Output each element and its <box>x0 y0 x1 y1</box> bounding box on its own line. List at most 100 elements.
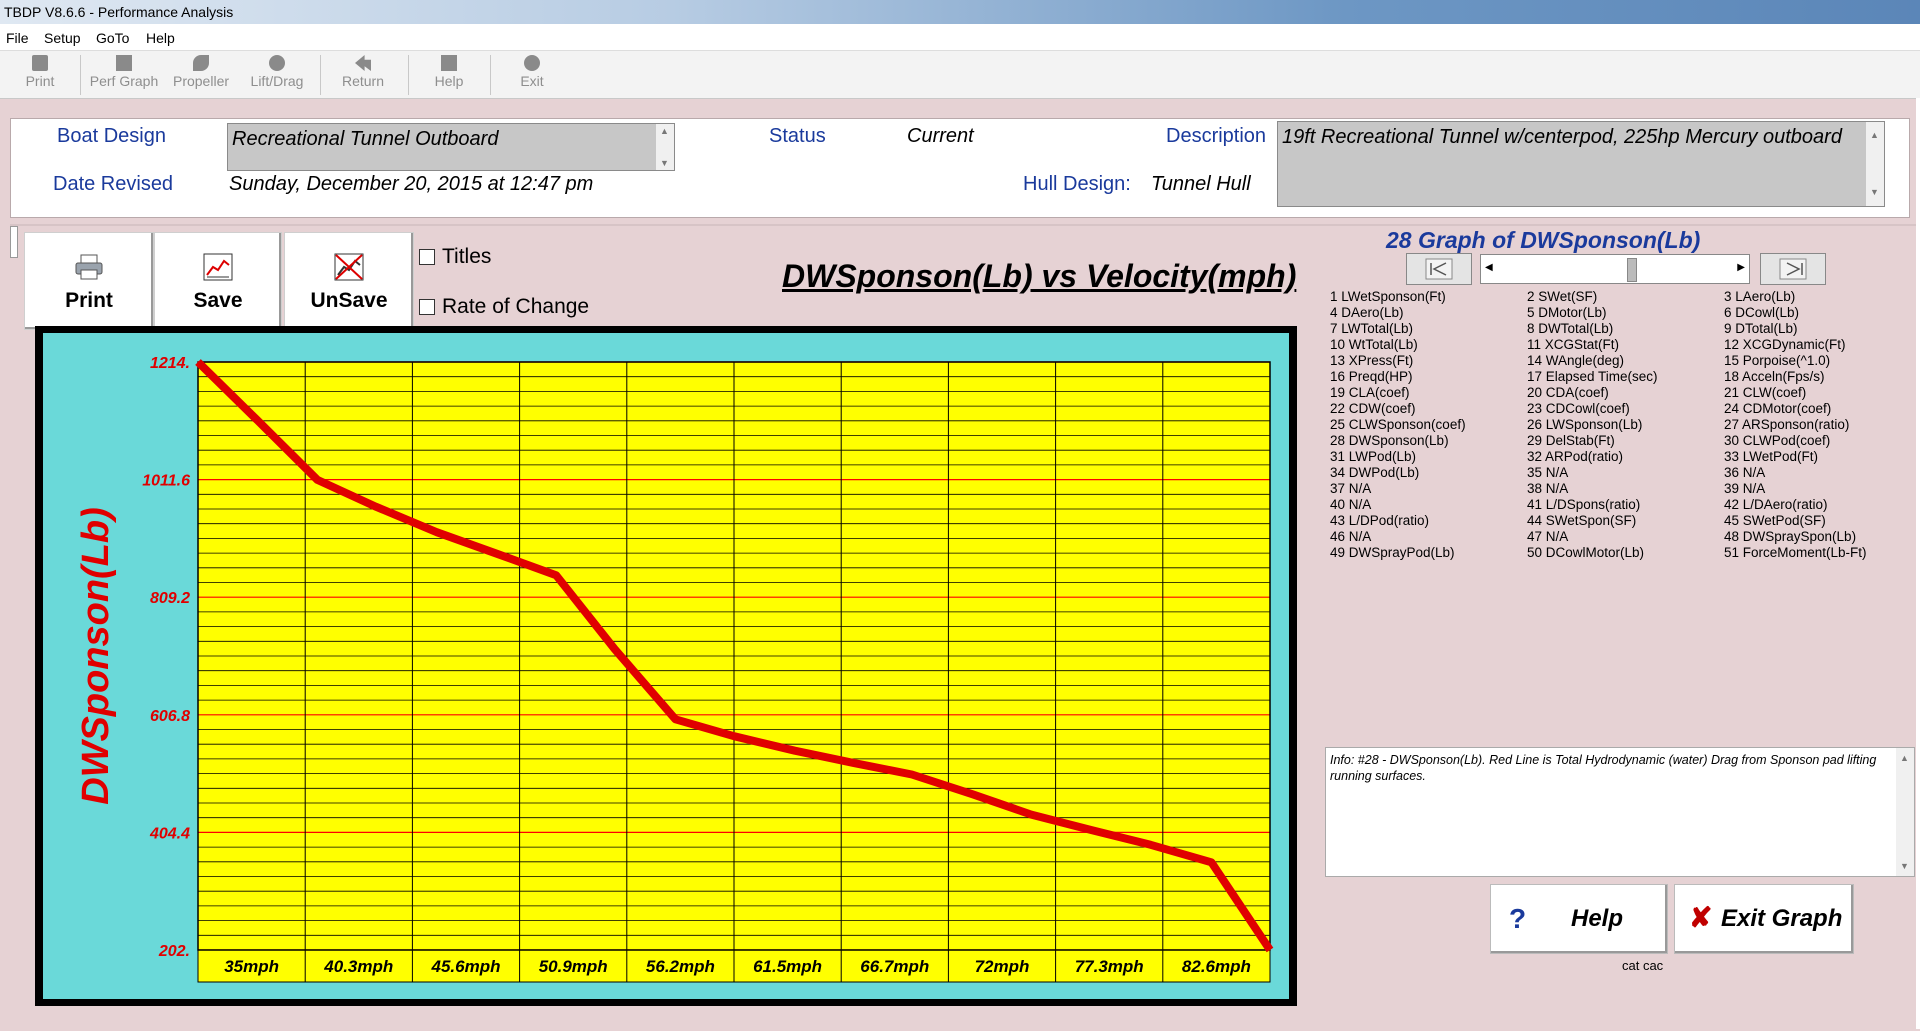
variable-list-item[interactable]: 23 CDCowl(coef) <box>1527 401 1630 416</box>
variable-list-item[interactable]: 44 SWetSpon(SF) <box>1527 513 1636 528</box>
skip-first-icon <box>1425 258 1453 280</box>
data-point <box>197 361 199 363</box>
graph-help-label: Help <box>1571 905 1624 932</box>
variable-list-item[interactable]: 7 LWTotal(Lb) <box>1330 321 1413 336</box>
data-point <box>375 506 377 508</box>
variable-list-item[interactable]: 15 Porpoise(^1.0) <box>1724 353 1830 368</box>
variable-list-item[interactable]: 20 CDA(coef) <box>1527 385 1609 400</box>
variable-list-item[interactable]: 16 Preqd(HP) <box>1330 369 1413 384</box>
data-point <box>1269 949 1271 951</box>
variable-list-item[interactable]: 21 CLW(coef) <box>1724 385 1806 400</box>
variable-list-item[interactable]: 30 CLWPod(coef) <box>1724 433 1830 448</box>
data-point <box>674 718 676 720</box>
variable-list-item[interactable]: 45 SWetPod(SF) <box>1724 513 1826 528</box>
variable-list-item[interactable]: 41 L/DSpons(ratio) <box>1527 497 1640 512</box>
variable-list-item[interactable]: 6 DCowl(Lb) <box>1724 305 1799 320</box>
variable-list-item[interactable]: 2 SWet(SF) <box>1527 289 1597 304</box>
variable-list-item[interactable]: 35 N/A <box>1527 465 1568 480</box>
variable-list-item[interactable]: 37 N/A <box>1330 481 1371 496</box>
data-point <box>256 419 258 421</box>
x-tick-label: 72mph <box>975 957 1030 976</box>
variable-list-item[interactable]: 51 ForceMoment(Lb-Ft) <box>1724 545 1867 560</box>
variable-list-item[interactable]: 39 N/A <box>1724 481 1765 496</box>
graph-number-title: 28 Graph of DWSponson(Lb) <box>1386 227 1701 253</box>
data-point <box>911 774 913 776</box>
scroll-up-icon[interactable]: ▲ <box>1870 124 1879 147</box>
variable-list-item[interactable]: 8 DWTotal(Lb) <box>1527 321 1613 336</box>
exit-graph-label: Exit Graph <box>1721 905 1843 932</box>
scroll-down-icon[interactable]: ▼ <box>1870 181 1879 204</box>
data-point <box>1030 814 1032 816</box>
variable-list-item[interactable]: 47 N/A <box>1527 529 1568 544</box>
info-scrollbar[interactable]: ▲ ▼ <box>1896 748 1914 876</box>
scroll-down-icon[interactable]: ▼ <box>1900 858 1909 874</box>
last-graph-button[interactable] <box>1760 253 1826 285</box>
y-tick-label: 202. <box>158 943 190 960</box>
y-tick-label: 606.8 <box>150 708 190 725</box>
description-field[interactable]: 19ft Recreational Tunnel w/centerpod, 22… <box>1277 121 1885 207</box>
scroll-up-icon[interactable]: ▲ <box>1900 750 1909 766</box>
x-tick-label: 77.3mph <box>1075 957 1144 976</box>
variable-list-item[interactable]: 22 CDW(coef) <box>1330 401 1416 416</box>
variable-list-item[interactable]: 1 LWetSponson(Ft) <box>1330 289 1446 304</box>
exit-graph-button[interactable]: ✘ Exit Graph <box>1674 884 1854 954</box>
data-point <box>972 793 974 795</box>
variable-list-item[interactable]: 3 LAero(Lb) <box>1724 289 1795 304</box>
x-tick-label: 56.2mph <box>646 957 715 976</box>
data-point <box>614 648 616 650</box>
data-point <box>1150 844 1152 846</box>
variable-list-item[interactable]: 29 DelStab(Ft) <box>1527 433 1615 448</box>
variable-list-item[interactable]: 48 DWSpraySpon(Lb) <box>1724 529 1856 544</box>
data-point <box>316 479 318 481</box>
description-scrollbar[interactable]: ▲ ▼ <box>1866 122 1884 206</box>
variable-list-item[interactable]: 26 LWSponson(Lb) <box>1527 417 1642 432</box>
variable-list-item[interactable]: 25 CLWSponson(coef) <box>1330 417 1466 432</box>
variable-list-item[interactable]: 17 Elapsed Time(sec) <box>1527 369 1658 384</box>
footer-text: cat cac <box>1622 958 1664 973</box>
x-tick-label: 40.3mph <box>323 957 393 976</box>
variable-list-item[interactable]: 24 CDMotor(coef) <box>1724 401 1831 416</box>
y-tick-label: 1011.6 <box>142 473 190 490</box>
variable-list-item[interactable]: 36 N/A <box>1724 465 1765 480</box>
variable-list-item[interactable]: 49 DWSprayPod(Lb) <box>1330 545 1455 560</box>
variable-list-item[interactable]: 27 ARSponson(ratio) <box>1724 417 1849 432</box>
first-graph-button[interactable] <box>1406 253 1472 285</box>
graph-selector-slider[interactable]: ◀ ▶ <box>1480 254 1750 284</box>
window-right-edge <box>1916 98 1920 1029</box>
variable-list-item[interactable]: 13 XPress(Ft) <box>1330 353 1413 368</box>
data-point <box>794 750 796 752</box>
line-chart: 1214. 1011.6 809.2 606.8 404.4 202. 35mph 40.3m… <box>75 355 1274 983</box>
x-tick-label: 66.7mph <box>860 957 929 976</box>
question-mark-icon: ? <box>1509 903 1527 934</box>
variable-list-item[interactable]: 14 WAngle(deg) <box>1527 353 1624 368</box>
variable-list-item[interactable]: 4 DAero(Lb) <box>1330 305 1404 320</box>
y-tick-label: 404.4 <box>149 825 190 842</box>
variable-list-item[interactable]: 12 XCGDynamic(Ft) <box>1724 337 1846 352</box>
slider-left-arrow-icon[interactable]: ◀ <box>1485 262 1493 273</box>
slider-thumb[interactable] <box>1627 258 1637 282</box>
variable-list-item[interactable]: 31 LWPod(Lb) <box>1330 449 1416 464</box>
variable-list-item[interactable]: 9 DTotal(Lb) <box>1724 321 1798 336</box>
variable-list-item[interactable]: 50 DCowlMotor(Lb) <box>1527 545 1644 560</box>
variable-list-item[interactable]: 33 LWetPod(Ft) <box>1724 449 1818 464</box>
data-point <box>494 552 496 554</box>
variable-list-item[interactable]: 42 L/DAero(ratio) <box>1724 497 1828 512</box>
variable-list-item[interactable]: 18 Acceln(Fps/s) <box>1724 369 1825 384</box>
variable-list-item[interactable]: 28 DWSponson(Lb) <box>1330 433 1449 448</box>
y-axis-label: DWSponson(Lb) <box>75 507 117 805</box>
variable-list-item[interactable]: 43 L/DPod(ratio) <box>1330 513 1429 528</box>
slider-right-arrow-icon[interactable]: ▶ <box>1737 262 1745 273</box>
variable-list-item[interactable]: 46 N/A <box>1330 529 1371 544</box>
variable-list-item[interactable]: 11 XCGStat(Ft) <box>1527 337 1619 352</box>
variable-list-item[interactable]: 38 N/A <box>1527 481 1568 496</box>
data-point <box>852 762 854 764</box>
variable-list-item[interactable]: 32 ARPod(ratio) <box>1527 449 1623 464</box>
variable-list-item[interactable]: 34 DWPod(Lb) <box>1330 465 1419 480</box>
variable-list-item[interactable]: 5 DMotor(Lb) <box>1527 305 1607 320</box>
data-point <box>436 531 438 533</box>
variable-list-item[interactable]: 19 CLA(coef) <box>1330 385 1410 400</box>
variable-list-item[interactable]: 40 N/A <box>1330 497 1371 512</box>
graph-help-button[interactable]: ? Help <box>1490 884 1668 954</box>
close-x-icon: ✘ <box>1689 902 1713 933</box>
variable-list-item[interactable]: 10 WtTotal(Lb) <box>1330 337 1418 352</box>
